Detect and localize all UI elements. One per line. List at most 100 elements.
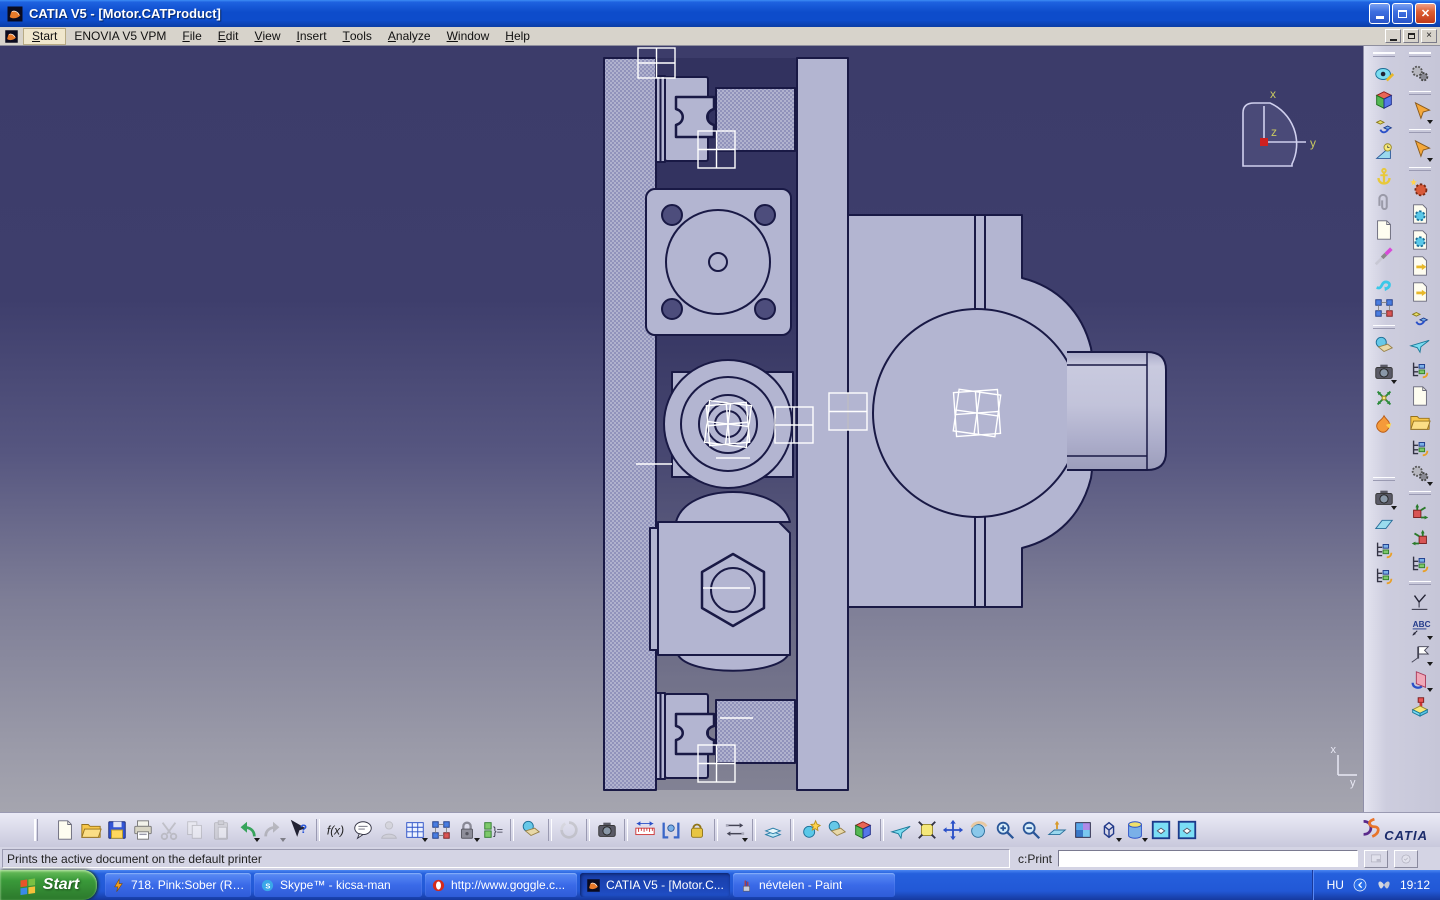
settings-gears-icon[interactable]: [1407, 61, 1433, 87]
menu-start[interactable]: Start: [23, 28, 66, 45]
export-document-icon[interactable]: [1407, 279, 1433, 305]
swap-visible-space-icon[interactable]: [722, 817, 748, 843]
annotation-abc-icon[interactable]: [1407, 615, 1433, 641]
paint-task-button[interactable]: névtelen - Paint: [733, 873, 895, 897]
component-icon[interactable]: [1371, 113, 1397, 139]
knowledge-gear-icon[interactable]: [1407, 175, 1433, 201]
restore-button[interactable]: [1392, 3, 1413, 24]
attach-icon[interactable]: [1371, 191, 1397, 217]
fix-together-icon[interactable]: [1407, 693, 1433, 719]
mdi-restore-button[interactable]: [1403, 29, 1419, 43]
check-report-icon[interactable]: [1407, 201, 1433, 227]
title-bar[interactable]: CATIA V5 - [Motor.CATProduct] ✕: [0, 0, 1440, 27]
formula-icon[interactable]: [324, 817, 350, 843]
mdi-close-button[interactable]: ×: [1421, 29, 1437, 43]
painter-icon[interactable]: [850, 817, 876, 843]
parameters-icon[interactable]: [1407, 461, 1433, 487]
toolbar-separator[interactable]: [34, 819, 38, 841]
smart-move-icon[interactable]: [1371, 269, 1397, 295]
undo-icon[interactable]: [234, 817, 260, 843]
publish-icon[interactable]: [1407, 305, 1433, 331]
clash-icon[interactable]: [1371, 411, 1397, 437]
angle-constraint-icon[interactable]: [1371, 139, 1397, 165]
print-icon[interactable]: [130, 817, 156, 843]
new-document-icon[interactable]: [52, 817, 78, 843]
create-multi-view-icon[interactable]: [1070, 817, 1096, 843]
snap-icon[interactable]: [1371, 333, 1397, 359]
tray-collapse-icon[interactable]: [1352, 877, 1368, 893]
viewport-3d[interactable]: x y z x y: [0, 46, 1363, 812]
menu-edit[interactable]: Edit: [210, 28, 247, 45]
compass-z-dot[interactable]: [1260, 138, 1268, 146]
design-checker-icon[interactable]: [1407, 227, 1433, 253]
knowledge-inspector-icon[interactable]: [760, 817, 786, 843]
apply-material-icon[interactable]: [798, 817, 824, 843]
measure-icon[interactable]: [632, 817, 658, 843]
manipulation-icon[interactable]: [1371, 243, 1397, 269]
swap-visible-icon[interactable]: [1174, 817, 1200, 843]
language-indicator[interactable]: HU: [1327, 878, 1344, 892]
capture-icon[interactable]: [594, 817, 620, 843]
camera-eye-icon[interactable]: [1371, 61, 1397, 87]
comment-icon[interactable]: [350, 817, 376, 843]
toolbar-separator[interactable]: [1409, 52, 1431, 57]
fly-through-icon[interactable]: [1407, 331, 1433, 357]
render-style-icon[interactable]: [1122, 817, 1148, 843]
menu-insert[interactable]: Insert: [289, 28, 335, 45]
base-plate-left[interactable]: [604, 58, 656, 790]
fly-mode-icon[interactable]: [888, 817, 914, 843]
design-table-icon[interactable]: [402, 817, 428, 843]
dropdown-arrow-icon[interactable]: [1391, 506, 1397, 510]
menu-window[interactable]: Window: [439, 28, 498, 45]
product-structure-icon[interactable]: [1371, 87, 1397, 113]
isometric-view-icon[interactable]: [1096, 817, 1122, 843]
specification-tree-icon[interactable]: [1407, 551, 1433, 577]
skype-task-button[interactable]: Skype™ - kicsa-man: [254, 873, 422, 897]
whats-this-icon[interactable]: [286, 817, 312, 843]
zoom-out-icon[interactable]: [1018, 817, 1044, 843]
graphic-properties-icon[interactable]: [824, 817, 850, 843]
fit-all-in-icon[interactable]: [914, 817, 940, 843]
measure-inertia-icon[interactable]: [684, 817, 710, 843]
msn-messenger-icon[interactable]: [1376, 877, 1392, 893]
constraint-block-icon[interactable]: [428, 817, 454, 843]
flag-note-icon[interactable]: [1407, 641, 1433, 667]
send-to-icon[interactable]: [1407, 409, 1433, 435]
catia-task-button[interactable]: CATIA V5 - [Motor.C...: [580, 873, 730, 897]
save-icon[interactable]: [104, 817, 130, 843]
close-button[interactable]: ✕: [1415, 3, 1436, 24]
explode-icon[interactable]: [1371, 385, 1397, 411]
dropdown-arrow-icon[interactable]: [742, 838, 748, 842]
open-icon[interactable]: [78, 817, 104, 843]
tree-reorder-icon[interactable]: [1407, 357, 1433, 383]
dropdown-arrow-icon[interactable]: [1427, 120, 1433, 124]
measure-between-icon[interactable]: [658, 817, 684, 843]
degrees-of-freedom-icon[interactable]: [1371, 295, 1397, 321]
dropdown-arrow-icon[interactable]: [1427, 482, 1433, 486]
lock-icon[interactable]: [454, 817, 480, 843]
scene-icon[interactable]: [1371, 217, 1397, 243]
opera-task-button[interactable]: http://www.goggle.c...: [425, 873, 577, 897]
select-icon[interactable]: [1407, 99, 1433, 125]
support-plate-right[interactable]: [797, 58, 848, 790]
menu-file[interactable]: File: [174, 28, 209, 45]
normal-view-icon[interactable]: [1044, 817, 1070, 843]
dropdown-arrow-icon[interactable]: [1391, 380, 1397, 384]
minimize-button[interactable]: [1369, 3, 1390, 24]
equivalent-dimensions-icon[interactable]: [480, 817, 506, 843]
zoom-in-icon[interactable]: [992, 817, 1018, 843]
session-lock-button[interactable]: [1394, 850, 1418, 868]
dropdown-arrow-icon[interactable]: [1427, 636, 1433, 640]
constraints-creation-icon[interactable]: [1407, 525, 1433, 551]
power-input-field[interactable]: [1058, 850, 1358, 867]
measure-item-icon[interactable]: [1407, 589, 1433, 615]
menu-analyze[interactable]: Analyze: [380, 28, 439, 45]
expand-tree-all-icon[interactable]: [1371, 563, 1397, 589]
dialogs-toggle-button[interactable]: [1364, 850, 1388, 868]
fix-constraint-icon[interactable]: [1371, 165, 1397, 191]
motor-flange[interactable]: [646, 189, 791, 335]
menu-view[interactable]: View: [246, 28, 288, 45]
graph-list-icon[interactable]: [1407, 435, 1433, 461]
expand-tree-first-icon[interactable]: [1371, 537, 1397, 563]
dropdown-arrow-icon[interactable]: [1427, 662, 1433, 666]
